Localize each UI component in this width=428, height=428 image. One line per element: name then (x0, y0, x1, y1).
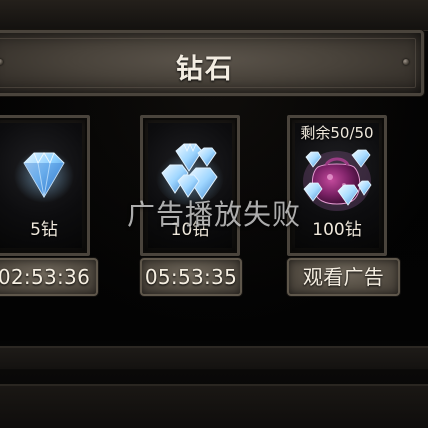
diamond-offer-card-1[interactable]: 5钻 (0, 115, 90, 256)
card-reward-label: 5钻 (30, 220, 58, 240)
card-reward-label: 100钻 (312, 220, 362, 240)
diamond-offer-card-2[interactable]: 10钻 (140, 115, 240, 256)
card-2-timer-button[interactable]: 05:53:35 (140, 258, 242, 296)
remaining-count-label: 剩余50/50 (300, 124, 374, 142)
card-reward-label: 10钻 (170, 220, 210, 240)
watch-ad-button[interactable]: 观看广告 (287, 258, 400, 296)
panel-bottom-strip (0, 384, 428, 428)
title-bar: 钻石 (0, 30, 424, 96)
card-1-timer-button[interactable]: 02:53:36 (0, 258, 98, 296)
panel-top-frame (0, 0, 428, 31)
diamond-offer-card-3[interactable]: 剩余50/50 100钻 (287, 115, 387, 256)
panel-divider-strip (0, 346, 428, 370)
diamond-shop-panel: 钻石 5钻 10钻 剩余50/50 100钻 02:53:36 05:53:35… (0, 0, 428, 428)
diamond-icon (14, 149, 74, 203)
panel-title: 钻石 (176, 54, 234, 85)
diamond-bag-icon (303, 149, 372, 211)
diamond-pile-icon (156, 142, 224, 205)
